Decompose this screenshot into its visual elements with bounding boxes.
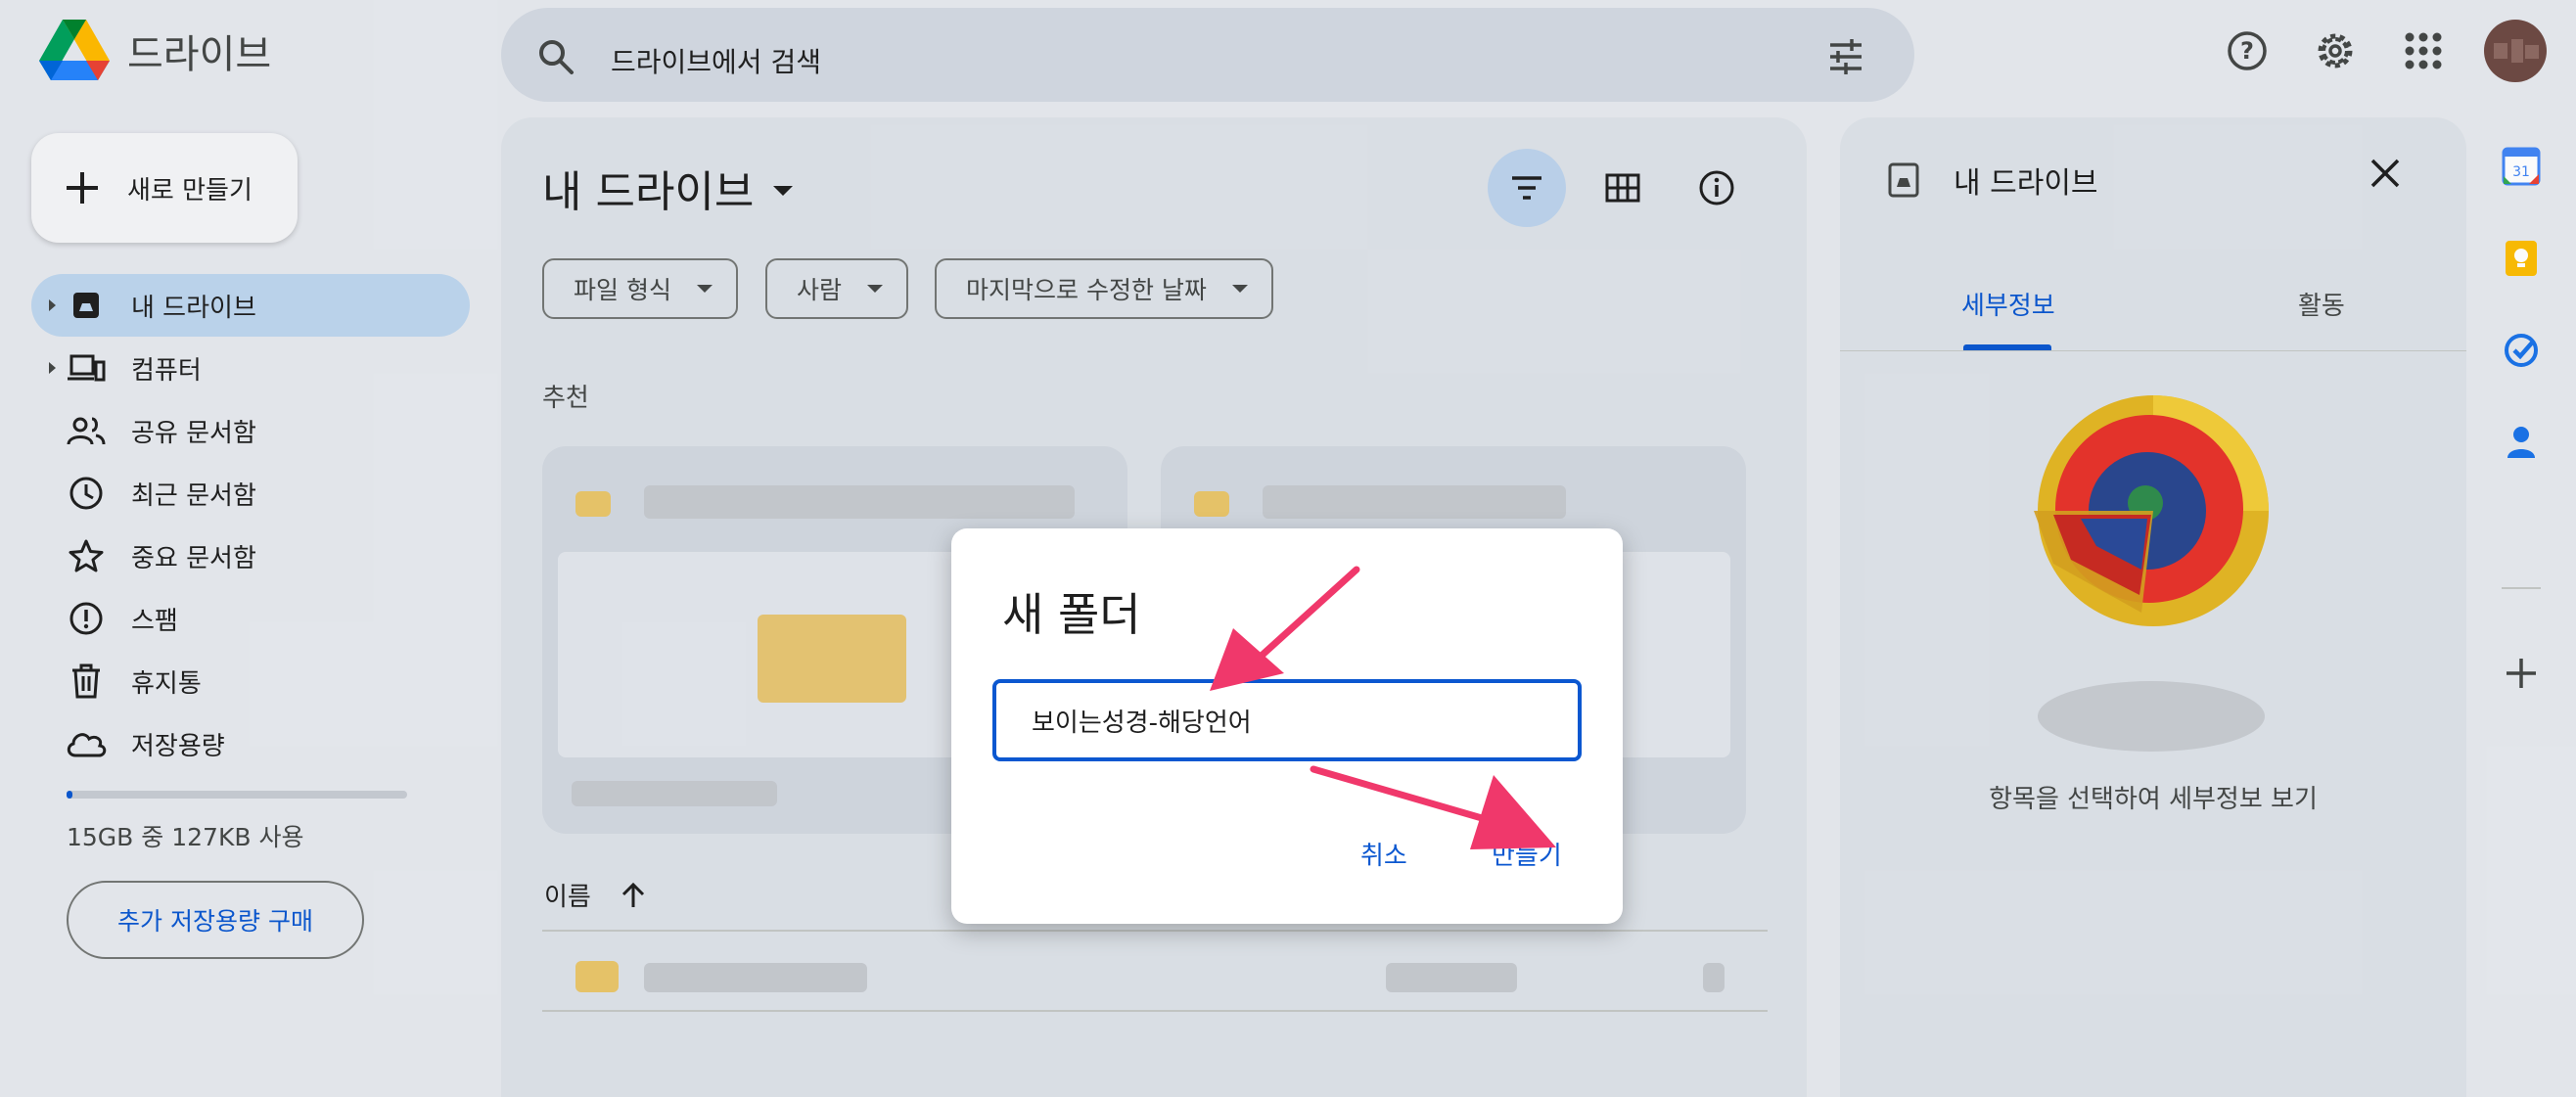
dialog-title: 새 폴더 (1002, 588, 1141, 641)
folder-name-input[interactable] (992, 679, 1582, 761)
create-button[interactable]: 만들기 (1492, 836, 1562, 872)
new-folder-dialog: 새 폴더 취소 만들기 (951, 528, 1623, 924)
cancel-button[interactable]: 취소 (1360, 836, 1407, 872)
